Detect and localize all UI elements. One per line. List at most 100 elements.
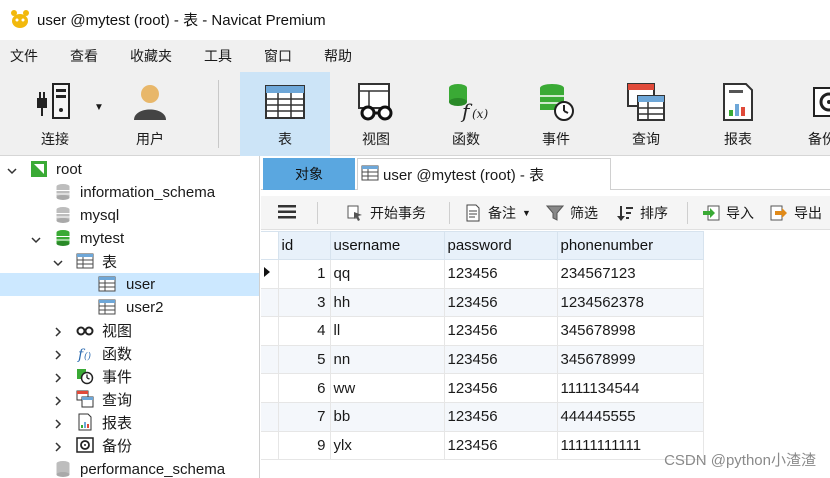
- menu-help[interactable]: 帮助: [314, 40, 362, 72]
- table-row[interactable]: 3 hh 123456 1234562378: [261, 287, 704, 318]
- tree-node-queries[interactable]: 查询: [0, 388, 259, 411]
- cell-username[interactable]: ww: [329, 373, 445, 403]
- cell-phonenumber[interactable]: 345678998: [556, 316, 704, 346]
- cell-id[interactable]: 1: [277, 259, 331, 289]
- cell-phonenumber[interactable]: 1234562378: [556, 287, 704, 318]
- cell-phonenumber[interactable]: 444445555: [556, 401, 704, 432]
- query-table-icon: [624, 80, 668, 124]
- backup-button[interactable]: 备份: [796, 72, 830, 156]
- tree-node-performance-schema[interactable]: performance_schema: [0, 458, 259, 478]
- cell-username[interactable]: ll: [329, 316, 445, 346]
- chevron-down-icon[interactable]: [30, 233, 42, 245]
- table-row[interactable]: 6 ww 123456 1111134544: [261, 373, 704, 403]
- function-button[interactable]: f (x) 函数: [430, 72, 502, 156]
- column-header-password[interactable]: password: [443, 231, 558, 260]
- cell-password[interactable]: 123456: [443, 287, 558, 318]
- connection-root-icon: [30, 160, 48, 178]
- query-button[interactable]: 查询: [610, 72, 682, 156]
- cell-id[interactable]: 9: [277, 430, 331, 461]
- cell-password[interactable]: 123456: [443, 401, 558, 432]
- hamburger-icon: [277, 204, 297, 223]
- row-indicator-header: [261, 231, 279, 260]
- table-button[interactable]: 表: [240, 72, 330, 156]
- import-button[interactable]: 导入: [701, 196, 754, 230]
- chevron-right-icon[interactable]: [52, 417, 64, 429]
- cell-phonenumber[interactable]: 345678999: [556, 344, 704, 375]
- tree-node-functions[interactable]: f() 函数: [0, 342, 259, 365]
- cell-password[interactable]: 123456: [443, 316, 558, 346]
- tree-node-mysql[interactable]: mysql: [0, 204, 259, 227]
- begin-transaction-button[interactable]: 开始事务: [345, 196, 426, 230]
- cell-id[interactable]: 6: [277, 373, 331, 403]
- menu-window[interactable]: 窗口: [254, 40, 302, 72]
- cell-phonenumber[interactable]: 234567123: [556, 259, 704, 289]
- tree-node-reports[interactable]: 报表: [0, 411, 259, 434]
- menu-tools[interactable]: 工具: [194, 40, 242, 72]
- toolbar-divider: [317, 202, 318, 224]
- backup-drive-icon: [804, 80, 830, 124]
- report-button[interactable]: 报表: [702, 72, 774, 156]
- title-bar: user @mytest (root) - 表 - Navicat Premiu…: [0, 0, 830, 38]
- chevron-right-icon[interactable]: [52, 394, 64, 406]
- cell-username[interactable]: bb: [329, 401, 445, 432]
- tree-label-db: information_schema: [80, 184, 216, 201]
- connect-button[interactable]: 连接: [24, 72, 86, 156]
- chevron-right-icon[interactable]: [52, 325, 64, 337]
- connect-dropdown-icon[interactable]: ▼: [94, 102, 104, 113]
- column-header-username[interactable]: username: [329, 231, 445, 260]
- tree-node-user-table[interactable]: user: [0, 273, 259, 296]
- user-button[interactable]: 用户: [118, 72, 182, 156]
- menu-view[interactable]: 查看: [60, 40, 108, 72]
- filter-button[interactable]: 筛选: [545, 196, 598, 230]
- chevron-right-icon[interactable]: [52, 440, 64, 452]
- tree-node-user2-table[interactable]: user2: [0, 296, 259, 319]
- table-row[interactable]: 5 nn 123456 345678999: [261, 344, 704, 375]
- chevron-right-icon[interactable]: [52, 348, 64, 360]
- event-button[interactable]: 事件: [520, 72, 592, 156]
- tree-node-information-schema[interactable]: information_schema: [0, 181, 259, 204]
- cell-username[interactable]: hh: [329, 287, 445, 318]
- tree-node-mytest[interactable]: mytest: [0, 227, 259, 250]
- cell-username[interactable]: qq: [329, 259, 445, 289]
- menu-file[interactable]: 文件: [0, 40, 48, 72]
- menu-favorites[interactable]: 收藏夹: [120, 40, 182, 72]
- table-row[interactable]: 9 ylx 123456 11111111111: [261, 430, 704, 461]
- cell-id[interactable]: 7: [277, 401, 331, 432]
- cell-password[interactable]: 123456: [443, 259, 558, 289]
- chevron-right-icon[interactable]: [52, 371, 64, 383]
- note-button[interactable]: 备注 ▼: [463, 196, 531, 230]
- sort-button[interactable]: 排序: [615, 196, 668, 230]
- cell-username[interactable]: nn: [329, 344, 445, 375]
- navigation-tree: root information_schema mysql mytest 表 u…: [0, 156, 260, 478]
- tree-label-views: 视图: [102, 323, 133, 340]
- chevron-down-icon[interactable]: [52, 256, 64, 268]
- table-row[interactable]: 4 ll 123456 345678998: [261, 316, 704, 346]
- column-header-phonenumber[interactable]: phonenumber: [556, 231, 704, 260]
- column-header-id[interactable]: id: [277, 231, 331, 260]
- tree-node-events[interactable]: 事件: [0, 365, 259, 388]
- cell-password[interactable]: 123456: [443, 430, 558, 461]
- tab-user-table[interactable]: user @mytest (root) - 表: [357, 158, 611, 190]
- cell-id[interactable]: 5: [277, 344, 331, 375]
- note-dropdown-icon[interactable]: ▼: [522, 208, 531, 218]
- table-row[interactable]: 1 qq 123456 234567123: [261, 259, 704, 289]
- cell-phonenumber[interactable]: 1111134544: [556, 373, 704, 403]
- export-button[interactable]: 导出: [769, 196, 822, 230]
- chevron-down-icon[interactable]: [6, 164, 18, 176]
- cell-id[interactable]: 3: [277, 287, 331, 318]
- cell-id[interactable]: 4: [277, 316, 331, 346]
- cell-password[interactable]: 123456: [443, 344, 558, 375]
- cell-password[interactable]: 123456: [443, 373, 558, 403]
- tab-objects[interactable]: 对象: [263, 158, 355, 190]
- table-row[interactable]: 7 bb 123456 444445555: [261, 401, 704, 432]
- tree-node-root[interactable]: root: [0, 158, 259, 181]
- tree-node-tables[interactable]: 表: [0, 250, 259, 273]
- view-button[interactable]: 视图: [340, 72, 412, 156]
- tab-strip: 对象 user @mytest (root) - 表: [261, 156, 830, 190]
- report-chart-icon: [716, 80, 760, 124]
- cell-username[interactable]: ylx: [329, 430, 445, 461]
- menu-hamburger-button[interactable]: [277, 196, 297, 230]
- connection-plug-icon: [33, 80, 77, 124]
- tree-node-backups[interactable]: 备份: [0, 434, 259, 457]
- tree-node-views[interactable]: 视图: [0, 319, 259, 342]
